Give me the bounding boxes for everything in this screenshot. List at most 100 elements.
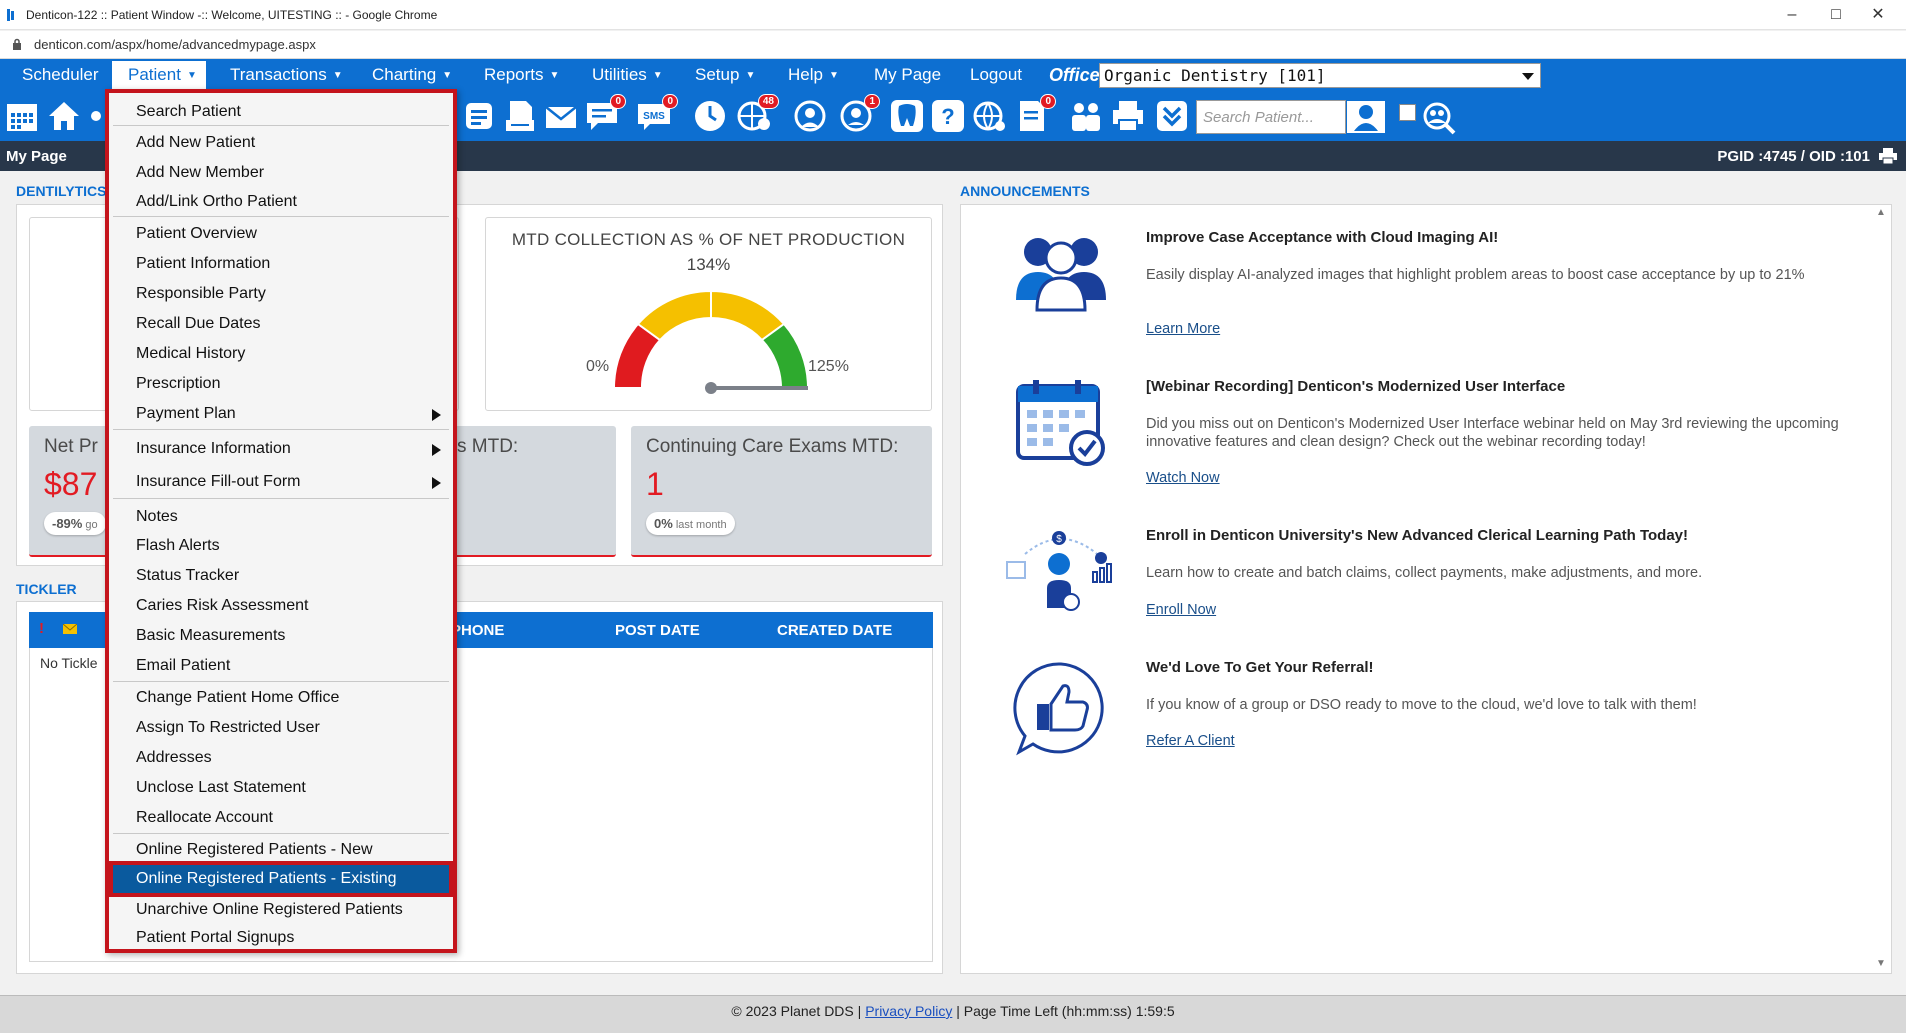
menu-item-unclose-last-statement[interactable]: Unclose Last Statement [113,773,449,803]
chevron-down-icon: ▼ [442,70,453,81]
web-patients-icon[interactable]: 48 [737,94,779,134]
menu-item-status-tracker[interactable]: Status Tracker [113,561,449,591]
globe-icon[interactable] [972,98,1008,134]
search-option-checkbox[interactable] [1399,104,1416,121]
col-post-date[interactable]: POST DATE [615,622,700,639]
email-icon[interactable] [543,98,579,134]
menu-item-insurance-information[interactable]: Insurance Information [113,434,449,464]
support-icon[interactable] [792,98,828,134]
announcement-1-desc: Easily display AI-analyzed images that h… [1146,267,1805,283]
print-icon[interactable] [1878,148,1898,164]
messages-badge: 0 [610,94,626,109]
tooth-icon[interactable] [889,98,925,134]
address-bar[interactable]: denticon.com/aspx/home/advancedmypage.as… [0,31,1906,59]
menu-item-reallocate-account[interactable]: Reallocate Account [113,803,449,833]
menu-item-email-patient[interactable]: Email Patient [113,651,449,681]
col-created-date[interactable]: CREATED DATE [777,622,892,639]
clock-icon[interactable] [692,98,728,134]
menu-item-medical-history[interactable]: Medical History [113,339,449,369]
announcement-2-desc: Did you miss out on Denticon's Modernize… [1146,416,1839,450]
gauge-min: 0% [586,358,610,375]
menu-item-search-patient[interactable]: Search Patient [113,97,449,127]
menu-item-basic-measurements[interactable]: Basic Measurements [113,621,449,651]
learn-more-link[interactable]: Learn More [1146,321,1220,337]
family-icon[interactable] [1068,98,1104,134]
submenu-arrow-icon [432,477,441,489]
url-text: denticon.com/aspx/home/advancedmypage.as… [34,37,316,52]
menu-item-payment-plan[interactable]: Payment Plan [113,399,449,429]
menu-item-add-link-ortho-patient[interactable]: Add/Link Ortho Patient [113,187,449,217]
forms-icon[interactable]: 0 [1014,94,1056,134]
menu-item-addresses[interactable]: Addresses [113,743,449,773]
download-icon[interactable] [1154,98,1190,134]
search-patient-input[interactable]: Search Patient... [1196,100,1346,134]
messages-icon[interactable]: 0 [584,94,626,134]
menu-item-caries-risk-assessment[interactable]: Caries Risk Assessment [113,591,449,621]
menu-item-online-registered-patients-existing[interactable]: Online Registered Patients - Existing [113,865,449,893]
alerts-badge: 1 [864,94,880,109]
menu-help[interactable]: Help ▼ [788,59,839,91]
menu-item-patient-overview[interactable]: Patient Overview [113,219,449,249]
menu-item-insurance-fill-out-form[interactable]: Insurance Fill-out Form [113,467,449,497]
menu-utilities[interactable]: Utilities ▼ [592,59,663,91]
menu-item-add-new-member[interactable]: Add New Member [113,158,449,188]
gauge-chart [612,289,810,394]
stat-card-value: $87 [44,466,98,502]
tickler-title: TICKLER [16,581,77,597]
menu-item-add-new-patient[interactable]: Add New Patient [113,128,449,158]
thumbs-up-icon [1013,662,1104,756]
gauge-card: MTD COLLECTION AS % OF NET PRODUCTION 13… [485,217,932,411]
menu-logout[interactable]: Logout [970,59,1022,91]
menu-scheduler[interactable]: Scheduler [22,59,99,91]
stat-card-continuing-care: Continuing Care Exams MTD: 1 0% last mon… [631,426,932,557]
patient-search-button[interactable] [1346,100,1386,134]
submenu-arrow-icon [432,444,441,456]
close-icon[interactable]: ✕ [1858,4,1898,26]
group-search-icon[interactable] [1419,100,1459,136]
envelope-icon [63,624,77,634]
page-time-left: | Page Time Left (hh:mm:ss) 1:59:5 [956,1003,1175,1019]
scroll-up-icon[interactable]: ▲ [1876,207,1886,218]
menu-item-flash-alerts[interactable]: Flash Alerts [113,531,449,561]
menu-charting[interactable]: Charting ▼ [372,59,452,91]
privacy-policy-link[interactable]: Privacy Policy [865,1003,952,1019]
sms-icon[interactable]: SMS 0 [636,94,678,134]
document-icon[interactable] [461,98,497,134]
menu-item-patient-information[interactable]: Patient Information [113,249,449,279]
forms-badge: 0 [1040,94,1056,109]
menu-setup[interactable]: Setup ▼ [695,59,755,91]
help-icon[interactable]: ? [930,98,966,134]
menu-patient[interactable]: Patient ▼ [110,59,208,91]
menu-item-change-patient-home-office[interactable]: Change Patient Home Office [113,683,449,713]
printer-icon[interactable] [1110,98,1146,134]
gauge-max: 125% [808,358,849,375]
col-phone[interactable]: PHONE [451,622,504,639]
refer-a-client-link[interactable]: Refer A Client [1146,733,1235,749]
learning-path-icon: $ [1006,531,1112,611]
scroll-down-icon[interactable]: ▼ [1876,958,1886,969]
menu-item-responsible-party[interactable]: Responsible Party [113,279,449,309]
office-select[interactable]: Organic Dentistry [101] [1099,63,1541,88]
menu-my-page[interactable]: My Page [874,59,941,91]
stat-card-title: Continuing Care Exams MTD: [646,436,899,457]
home-icon[interactable] [46,98,82,134]
patient-dropdown-menu: Search Patient Add New Patient Add New M… [105,89,457,953]
calendar-icon[interactable] [4,98,40,134]
maximize-icon[interactable]: □ [1816,4,1856,26]
menu-transactions[interactable]: Transactions ▼ [230,59,343,91]
watch-now-link[interactable]: Watch Now [1146,470,1220,486]
enroll-now-link[interactable]: Enroll Now [1146,602,1216,618]
chevron-down-icon: ▼ [652,70,663,81]
print-form-icon[interactable] [502,98,538,134]
menu-item-prescription[interactable]: Prescription [113,369,449,399]
menu-reports[interactable]: Reports ▼ [484,59,559,91]
minimize-icon[interactable]: – [1772,4,1812,26]
menu-item-notes[interactable]: Notes [113,502,449,532]
alerts-icon[interactable]: 1 [838,94,880,134]
calendar-check-icon [1016,380,1105,466]
menu-item-patient-portal-signups[interactable]: Patient Portal Signups [113,925,449,951]
menu-item-assign-to-restricted-user[interactable]: Assign To Restricted User [113,713,449,743]
svg-text:$: $ [1056,534,1062,545]
menu-item-recall-due-dates[interactable]: Recall Due Dates [113,309,449,339]
menu-item-unarchive-online-registered-patients[interactable]: Unarchive Online Registered Patients [113,895,449,925]
